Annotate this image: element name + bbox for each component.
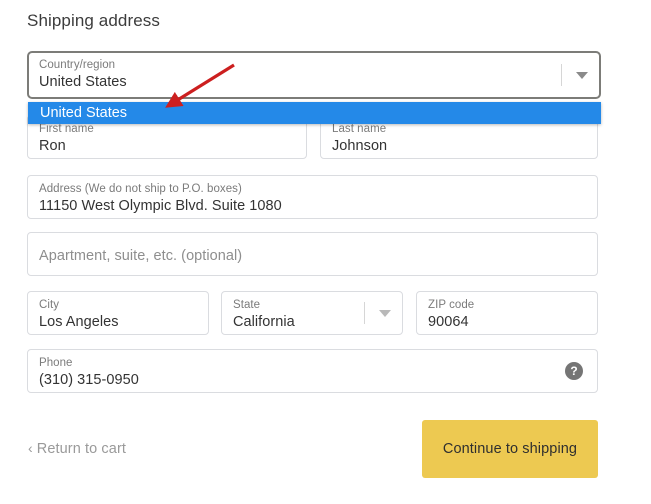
address-label: Address (We do not ship to P.O. boxes) (39, 183, 242, 195)
chevron-down-icon (576, 72, 588, 79)
last-name-value: Johnson (332, 138, 388, 154)
chevron-down-icon (379, 310, 391, 317)
state-dropdown-separator (364, 302, 365, 324)
zip-code-field[interactable]: ZIP code 90064 (416, 291, 598, 335)
continue-to-shipping-button[interactable]: Continue to shipping (422, 420, 598, 478)
state-label: State (233, 299, 261, 311)
phone-field[interactable]: Phone (310) 315-0950 ? (27, 349, 598, 393)
country-region-dropdown-list[interactable]: United States (28, 102, 601, 124)
page-title: Shipping address (27, 11, 160, 30)
city-label: City (39, 299, 60, 311)
dropdown-option-united-states[interactable]: United States (28, 102, 601, 124)
apartment-field[interactable]: Apartment, suite, etc. (optional) (27, 232, 598, 276)
first-name-value: Ron (39, 138, 66, 154)
last-name-label: Last name (332, 123, 387, 135)
chevron-left-icon: ‹ (28, 440, 33, 456)
country-region-value: United States (39, 74, 127, 90)
phone-label: Phone (39, 357, 73, 369)
apartment-placeholder: Apartment, suite, etc. (optional) (39, 248, 243, 264)
country-region-dropdown-toggle[interactable] (561, 53, 599, 97)
country-dropdown-separator (561, 64, 562, 86)
city-value: Los Angeles (39, 314, 119, 330)
state-dropdown-toggle[interactable] (364, 292, 402, 334)
question-mark-circle-icon[interactable]: ? (565, 362, 583, 380)
first-name-label: First name (39, 123, 94, 135)
country-region-label: Country/region (39, 59, 116, 71)
country-region-select[interactable]: Country/region United States (27, 51, 601, 99)
state-value: California (233, 314, 295, 330)
city-field[interactable]: City Los Angeles (27, 291, 209, 335)
phone-value: (310) 315-0950 (39, 372, 139, 388)
return-to-cart-label: Return to cart (36, 441, 127, 457)
state-select[interactable]: State California (221, 291, 403, 335)
address-value: 11150 West Olympic Blvd. Suite 1080 (39, 198, 282, 214)
shipping-address-page: Shipping address Country/region United S… (0, 0, 651, 504)
address-field[interactable]: Address (We do not ship to P.O. boxes) 1… (27, 175, 598, 219)
return-to-cart-link[interactable]: ‹ Return to cart (28, 440, 126, 457)
zip-code-label: ZIP code (428, 299, 475, 311)
zip-code-value: 90064 (428, 314, 469, 330)
